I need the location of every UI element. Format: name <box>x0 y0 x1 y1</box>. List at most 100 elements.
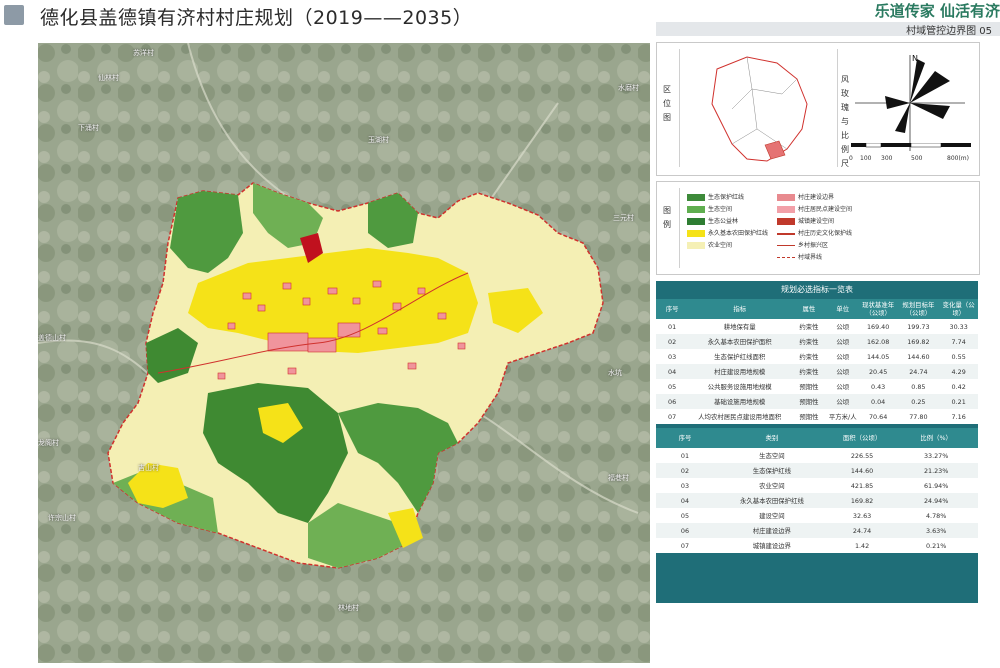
table-cell: 03 <box>656 478 714 493</box>
location-label: 区位图 <box>663 85 671 122</box>
table-cell: 33.27% <box>894 448 978 463</box>
table-cell: 70.64 <box>858 409 898 424</box>
table-cell: 05 <box>656 508 714 523</box>
table-cell: 7.16 <box>939 409 978 424</box>
legend-text: 农业空间 <box>708 242 733 249</box>
table-cell: 02 <box>656 463 714 478</box>
table-cell: 162.08 <box>858 334 898 349</box>
main-map[interactable]: 苏洋村 水磨村 下涌村 玉湖村 盖德山村 三元村 龙阁村 吉山村 福巷村 林地村… <box>38 43 650 663</box>
table-cell: 人均农村居民点建设用地面积 <box>688 409 792 424</box>
indicator-table: 序号 指标 属性 单位 现状基准年（公顷） 规划目标年（公顷） 变化量（公顷） 01 耕地保有… <box>656 299 978 424</box>
indicator-tables: 规划必选指标一览表 序号 指标 属性 单位 现状基准年（公顷） 规划目标年（公顷） 变化量（… <box>656 281 978 603</box>
table-cell: 约束性 <box>791 349 827 364</box>
table-cell: 04 <box>656 493 714 508</box>
table-cell: 169.40 <box>858 319 898 334</box>
legend-text: 村域界线 <box>798 254 823 261</box>
legend-item: 永久基本农田保护红线 <box>687 228 768 237</box>
legend-swatch <box>777 218 795 225</box>
place-label: 水磨村 <box>618 84 639 92</box>
table-cell: 耕地保有量 <box>688 319 792 334</box>
table-cell: 61.94% <box>894 478 978 493</box>
table-cell: 77.80 <box>897 409 940 424</box>
table-header-cell: 属性 <box>791 299 827 319</box>
table-cell: 421.85 <box>829 478 895 493</box>
legend-text: 生态保护红线 <box>708 194 745 201</box>
legend-item: 乡村振兴区 <box>777 240 828 249</box>
map-svg <box>38 43 650 663</box>
place-label: 苏洋村 <box>133 49 154 57</box>
table-cell: 1.42 <box>829 538 895 553</box>
title-bar: 德化县盖德镇有济村村庄规划（2019——2035） <box>0 0 650 32</box>
place-label: 仙林村 <box>98 74 119 82</box>
table-cell: 公顷 <box>826 364 859 379</box>
table-cell: 永久基本农田保护红线 <box>713 493 830 508</box>
table-cell: 21.23% <box>894 463 978 478</box>
legend-item: 村域界线 <box>777 252 822 261</box>
table-cell: 0.21% <box>894 538 978 553</box>
legend-text: 生态公益林 <box>708 218 739 225</box>
scale-tick: 500 <box>911 155 923 162</box>
table-cell: 06 <box>656 523 714 538</box>
legend-text: 村庄建设边界 <box>798 194 835 201</box>
place-label: 龙阁村 <box>38 439 59 447</box>
table-cell: 169.82 <box>897 334 940 349</box>
place-label: 三元村 <box>613 214 634 222</box>
table-cell: 3.63% <box>894 523 978 538</box>
table-header-cell: 面积（公顷） <box>829 428 895 448</box>
place-label: 林地村 <box>338 604 359 612</box>
legend-label: 图例 <box>663 206 671 229</box>
table-cell: 144.60 <box>897 349 940 364</box>
table-cell: 预期性 <box>791 379 827 394</box>
legend-swatch <box>687 218 705 225</box>
table-row: 02 生态保护红线 144.60 21.23% <box>656 463 978 478</box>
map-name: 村域管控边界图 05 <box>656 22 1000 37</box>
table-cell: 226.55 <box>829 448 895 463</box>
legend-item: 城镇建设空间 <box>777 216 834 225</box>
table-cell: 公顷 <box>826 349 859 364</box>
table-header-cell: 变化量（公顷） <box>939 299 978 319</box>
table-cell: 03 <box>656 349 689 364</box>
legend-item: 村庄历史文化保护线 <box>777 228 852 237</box>
place-label: 下涌村 <box>78 124 99 132</box>
table-row: 04 永久基本农田保护红线 169.82 24.94% <box>656 493 978 508</box>
table-cell: 0.43 <box>858 379 898 394</box>
legend-swatch <box>777 257 795 258</box>
legend-text: 城镇建设空间 <box>798 218 835 225</box>
table-cell: 公顷 <box>826 394 859 409</box>
legend-swatch <box>777 206 795 213</box>
table-cell: 公顷 <box>826 319 859 334</box>
slogan: 乐道传家 仙活有济 <box>874 2 1000 20</box>
table-row: 03 农业空间 421.85 61.94% <box>656 478 978 493</box>
table-header-cell: 类别 <box>713 428 830 448</box>
place-label: 玉湖村 <box>368 136 389 144</box>
table-cell: 0.42 <box>939 379 978 394</box>
scale-tick: 100 <box>860 155 872 162</box>
legend-panel: 图例 生态保护红线 村庄建设边界 生态空间 村庄居民点建设空间 生态公益林 城镇建设空间永… <box>656 181 980 275</box>
legend-swatch <box>777 194 795 201</box>
legend-swatch <box>687 242 705 249</box>
table-cell: 199.73 <box>897 319 940 334</box>
legend-text: 村庄历史文化保护线 <box>798 230 853 237</box>
table-row: 07 城镇建设边界 1.42 0.21% <box>656 538 978 553</box>
table-row: 04 村庄建设用地规模 约束性 公顷 20.45 24.74 4.29 <box>656 364 978 379</box>
place-label: 盖德山村 <box>38 334 66 342</box>
table-cell: 30.33 <box>939 319 978 334</box>
table-cell: 生态空间 <box>713 448 830 463</box>
table-row: 05 建设空间 32.63 4.78% <box>656 508 978 523</box>
legend-swatch <box>777 245 795 246</box>
table-row: 02 永久基本农田保护面积 约束性 公顷 162.08 169.82 7.74 <box>656 334 978 349</box>
legend-swatch <box>777 232 795 235</box>
table-cell: 20.45 <box>858 364 898 379</box>
table-row: 05 公共服务设施用地规模 预期性 公顷 0.43 0.85 0.42 <box>656 379 978 394</box>
table-row: 07 人均农村居民点建设用地面积 预期性 平方米/人 70.64 77.80 7.16 <box>656 409 978 424</box>
table-cell: 约束性 <box>791 319 827 334</box>
table-cell: 公顷 <box>826 334 859 349</box>
scale-tick: 300 <box>881 155 893 162</box>
legend-item: 生态公益林 <box>687 216 738 225</box>
space-table: 序号 类别 面积（公顷） 比例（%） 01 生态空间 226.55 33.27% 02 生态保护… <box>656 428 978 553</box>
location-panel: 区位图 风玫瑰与比例尺 N 0 100 300 500 800(m) <box>656 42 980 176</box>
legend-item: 村庄建设边界 <box>777 192 834 201</box>
table-cell: 01 <box>656 319 689 334</box>
table-cell: 0.21 <box>939 394 978 409</box>
table-cell: 07 <box>656 409 689 424</box>
